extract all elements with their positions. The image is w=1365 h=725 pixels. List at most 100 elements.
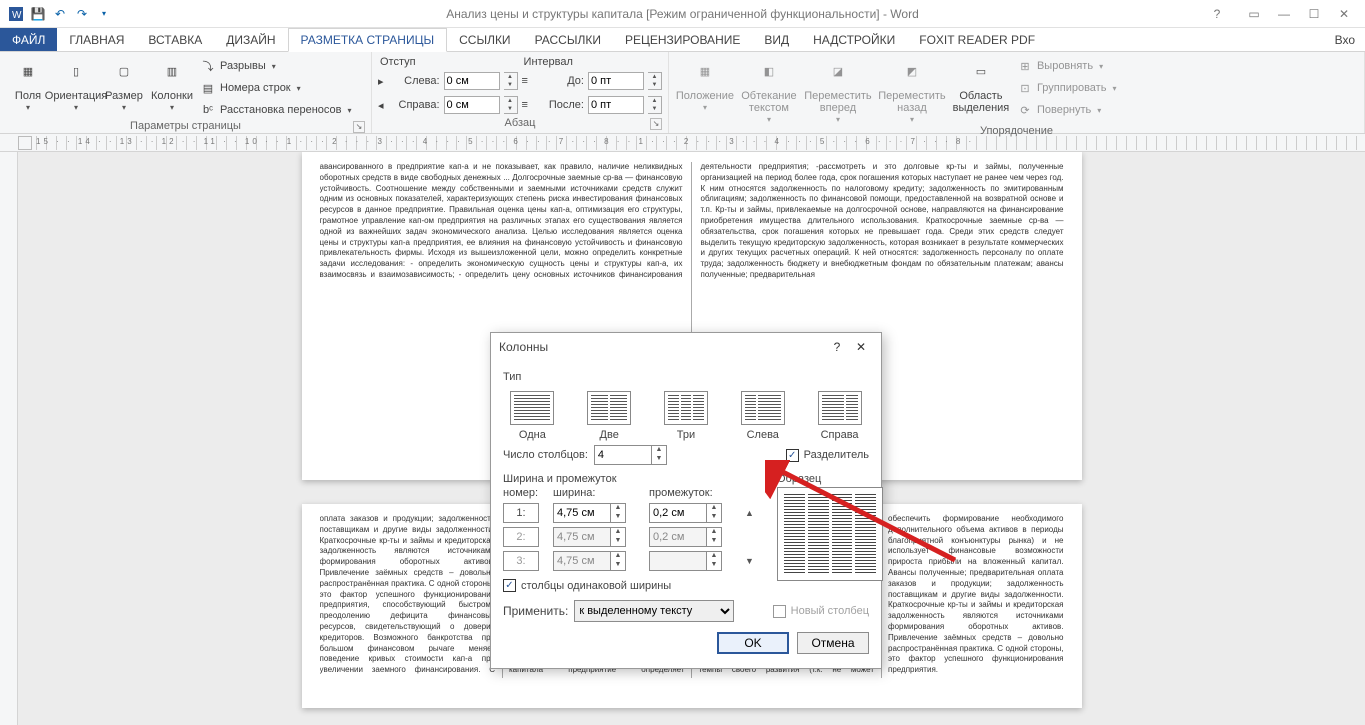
cancel-button[interactable]: Отмена <box>797 632 869 654</box>
equal-width-label: столбцы одинаковой ширины <box>521 580 671 592</box>
backward-label: Переместить назад <box>877 90 947 114</box>
ribbon-collapse-icon[interactable]: ▭ <box>1241 4 1267 24</box>
bring-forward-button[interactable]: ◪Переместить вперед▾ <box>803 54 873 125</box>
tab-mailings[interactable]: РАССЫЛКИ <box>523 28 613 51</box>
undo-icon[interactable]: ↶ <box>52 6 68 22</box>
ruler-corner[interactable] <box>18 136 32 150</box>
position-button[interactable]: ▦Положение▾ <box>675 54 735 125</box>
send-backward-button[interactable]: ◩Переместить назад▾ <box>877 54 947 125</box>
ribbon: ▦Поля▾ ▯Ориентация▾ ▢Размер▾ ▥Колонки▾ ⤵… <box>0 52 1365 134</box>
group-button[interactable]: ⊡Группировать▾ <box>1015 78 1121 98</box>
preset-two[interactable]: Две <box>587 391 631 441</box>
apply-select[interactable]: к выделенному тексту <box>574 600 734 622</box>
orientation-label: Ориентация <box>45 90 107 102</box>
tab-review[interactable]: РЕЦЕНЗИРОВАНИЕ <box>613 28 752 51</box>
forward-label: Переместить вперед <box>803 90 873 114</box>
count-input[interactable] <box>594 445 652 465</box>
hyphenation-button[interactable]: bᶜРасстановка переносов▾ <box>198 100 356 120</box>
svg-text:W: W <box>12 10 22 21</box>
line-numbers-button[interactable]: ▤Номера строк▾ <box>198 78 356 98</box>
selection-label: Область выделения <box>951 90 1011 114</box>
sign-in[interactable]: Вхо <box>1325 28 1365 51</box>
help-icon[interactable]: ? <box>1211 4 1237 24</box>
preset-right[interactable]: Справа <box>818 391 862 441</box>
tab-page-layout[interactable]: РАЗМЕТКА СТРАНИЦЫ <box>288 28 448 52</box>
wrap-label: Обтекание текстом <box>739 90 799 114</box>
selection-pane-button[interactable]: ▭Область выделения <box>951 54 1011 125</box>
group-paragraph-label: Абзац <box>505 117 536 129</box>
row1-gap-spin[interactable]: ▲▼ <box>707 503 722 523</box>
breaks-button[interactable]: ⤵Разрывы▾ <box>198 56 356 76</box>
tab-design[interactable]: ДИЗАЙН <box>214 28 287 51</box>
divider-checkbox[interactable]: ✓Разделитель <box>786 449 869 462</box>
spacing-after-input[interactable] <box>588 96 644 114</box>
dialog-titlebar: Колонны ? ✕ <box>491 333 881 361</box>
spacing-header: Интервал <box>522 56 662 68</box>
ruler-horizontal: 15 · · 14 · · 13 · · 12 · · 11 · · 10 · … <box>0 134 1365 152</box>
col-gap-header: промежуток: <box>649 487 735 499</box>
tab-addins[interactable]: НАДСТРОЙКИ <box>801 28 907 51</box>
preview-pane <box>777 487 883 581</box>
size-button[interactable]: ▢Размер▾ <box>102 54 146 120</box>
indent-header: Отступ <box>378 56 518 68</box>
close-icon[interactable]: ✕ <box>1331 4 1357 24</box>
columns-label: Колонки <box>151 90 193 102</box>
spacing-after-spin[interactable]: ▲▼ <box>648 96 662 114</box>
ok-button[interactable]: OK <box>717 632 789 654</box>
dialog-help-icon[interactable]: ? <box>825 337 849 357</box>
tab-insert[interactable]: ВСТАВКА <box>136 28 214 51</box>
indent-right-spin[interactable]: ▲▼ <box>504 96 518 114</box>
col-num-header: номер: <box>503 487 543 499</box>
row2-num: 2: <box>503 527 539 547</box>
row2-width-spin: ▲▼ <box>611 527 626 547</box>
orientation-button[interactable]: ▯Ориентация▾ <box>54 54 98 120</box>
margins-button[interactable]: ▦Поля▾ <box>6 54 50 120</box>
columns-button[interactable]: ▥Колонки▾ <box>150 54 194 120</box>
dialog-close-icon[interactable]: ✕ <box>849 337 873 357</box>
spacing-before-input[interactable] <box>588 72 644 90</box>
ruler-vertical[interactable] <box>0 152 18 725</box>
tab-home[interactable]: ГЛАВНАЯ <box>57 28 136 51</box>
indent-left-input[interactable] <box>444 72 500 90</box>
minimize-icon[interactable]: — <box>1271 4 1297 24</box>
indent-left-label: Слева: <box>388 75 440 87</box>
quick-access-toolbar: W 💾 ↶ ↷ ▾ <box>0 6 120 22</box>
tab-references[interactable]: ССЫЛКИ <box>447 28 522 51</box>
row3-gap-spin: ▲▼ <box>707 551 722 571</box>
paragraph-launcher[interactable]: ↘ <box>650 118 662 130</box>
redo-icon[interactable]: ↷ <box>74 6 90 22</box>
preset-one[interactable]: Одна <box>510 391 554 441</box>
indent-right-input[interactable] <box>444 96 500 114</box>
qat-dropdown-icon[interactable]: ▾ <box>96 6 112 22</box>
rotate-button[interactable]: ⟳Повернуть▾ <box>1015 100 1121 120</box>
hyphenation-label: Расстановка переносов <box>220 104 341 116</box>
indent-left-spin[interactable]: ▲▼ <box>504 72 518 90</box>
row1-gap[interactable] <box>649 503 707 523</box>
tab-foxit[interactable]: FOXIT READER PDF <box>907 28 1047 51</box>
spacing-before-spin[interactable]: ▲▼ <box>648 72 662 90</box>
row1-width[interactable] <box>553 503 611 523</box>
preset-right-label: Справа <box>821 429 859 441</box>
tab-view[interactable]: ВИД <box>752 28 801 51</box>
rotate-label: Повернуть <box>1037 104 1091 116</box>
save-icon[interactable]: 💾 <box>30 6 46 22</box>
apply-label: Применить: <box>503 604 568 618</box>
preset-three[interactable]: Три <box>664 391 708 441</box>
ribbon-tabs: ФАЙЛ ГЛАВНАЯ ВСТАВКА ДИЗАЙН РАЗМЕТКА СТР… <box>0 28 1365 52</box>
preset-left[interactable]: Слева <box>741 391 785 441</box>
scroll-up-icon[interactable]: ▲ <box>745 508 763 518</box>
wrap-button[interactable]: ◧Обтекание текстом▾ <box>739 54 799 125</box>
align-button[interactable]: ⊞Выровнять▾ <box>1015 56 1121 76</box>
count-spin[interactable]: ▲▼ <box>652 445 667 465</box>
tab-file[interactable]: ФАЙЛ <box>0 28 57 51</box>
equal-width-checkbox[interactable]: ✓столбцы одинаковой ширины <box>503 579 671 592</box>
preset-left-label: Слева <box>747 429 779 441</box>
page-setup-launcher[interactable]: ↘ <box>353 121 365 133</box>
maximize-icon[interactable]: ☐ <box>1301 4 1327 24</box>
row3-gap <box>649 551 707 571</box>
row1-width-spin[interactable]: ▲▼ <box>611 503 626 523</box>
position-label: Положение <box>676 90 734 102</box>
ruler-ticks[interactable]: 15 · · 14 · · 13 · · 12 · · 11 · · 10 · … <box>36 136 1365 150</box>
scroll-down-icon[interactable]: ▼ <box>745 556 763 566</box>
preview-label: Образец <box>777 467 883 487</box>
